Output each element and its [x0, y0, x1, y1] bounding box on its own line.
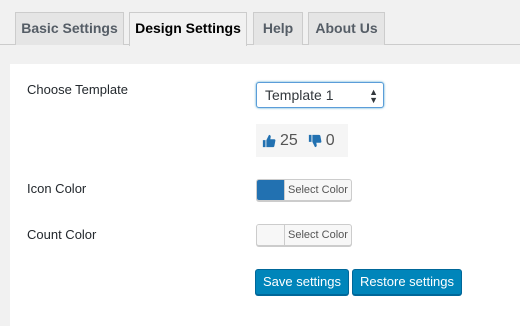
tab-design-settings[interactable]: Design Settings [129, 12, 247, 46]
count-color-swatch [257, 225, 285, 245]
count-color-picker[interactable]: Select Color [256, 224, 352, 246]
tab-help[interactable]: Help [253, 12, 303, 45]
like-preview: 25 0 [256, 124, 348, 157]
icon-color-label: Icon Color [27, 181, 87, 196]
template-select[interactable]: Template 1 ▲ ▼ [256, 82, 384, 108]
icon-color-picker[interactable]: Select Color [256, 179, 352, 201]
tab-basic-settings[interactable]: Basic Settings [15, 12, 124, 45]
thumbs-down-icon [308, 134, 322, 147]
dislike-count: 0 [325, 131, 335, 149]
settings-panel: Choose Template Template 1 ▲ ▼ 25 0 Icon … [10, 64, 520, 326]
restore-settings-button[interactable]: Restore settings [352, 269, 462, 295]
icon-color-button-label: Select Color [288, 184, 348, 196]
count-color-label: Count Color [27, 227, 97, 242]
icon-color-swatch [257, 180, 285, 200]
thumbs-up-icon [262, 134, 276, 147]
select-arrows-icon: ▲ ▼ [369, 87, 378, 105]
tab-about-us[interactable]: About Us [308, 12, 385, 45]
count-color-button-label: Select Color [288, 229, 348, 241]
tab-bar: Basic Settings Design Settings Help Abou… [0, 0, 520, 46]
like-count: 25 [280, 131, 298, 149]
template-select-value: Template 1 [265, 87, 334, 103]
save-settings-button[interactable]: Save settings [255, 269, 349, 295]
choose-template-label: Choose Template [27, 82, 128, 97]
